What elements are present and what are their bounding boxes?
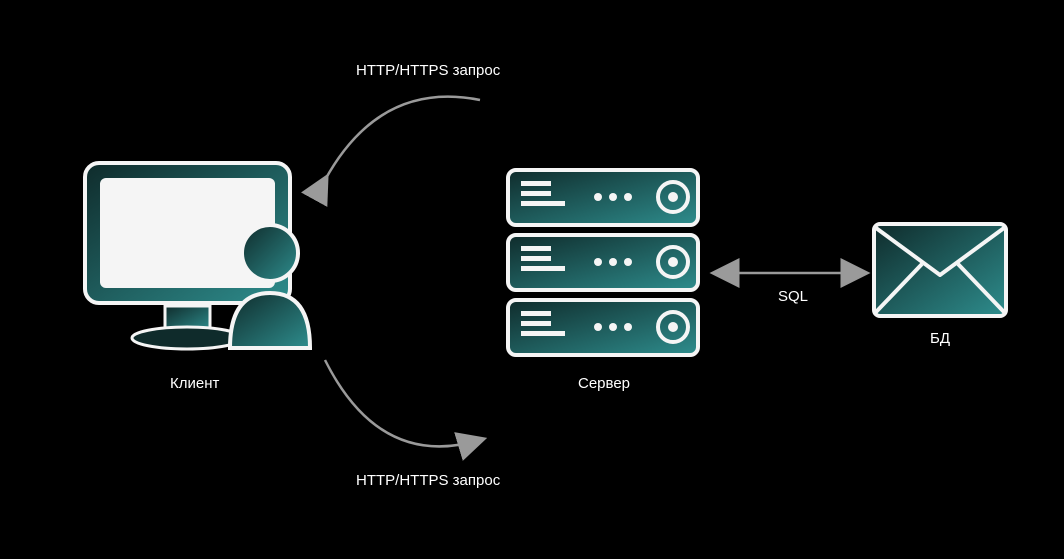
request-top-label: HTTP/HTTPS запрос [356,62,500,79]
arrow-top [300,70,520,220]
sql-label: SQL [778,288,808,305]
client-icon [80,158,330,378]
arrow-bottom [300,330,520,480]
request-bottom-label: HTTP/HTTPS запрос [356,472,500,489]
diagram-canvas: Клиент [0,0,1064,559]
client-label: Клиент [170,375,219,392]
server-label: Сервер [578,375,630,392]
server-icon [503,165,703,365]
database-icon [870,220,1010,320]
database-label: БД [930,330,950,347]
arrow-sql [705,258,875,288]
